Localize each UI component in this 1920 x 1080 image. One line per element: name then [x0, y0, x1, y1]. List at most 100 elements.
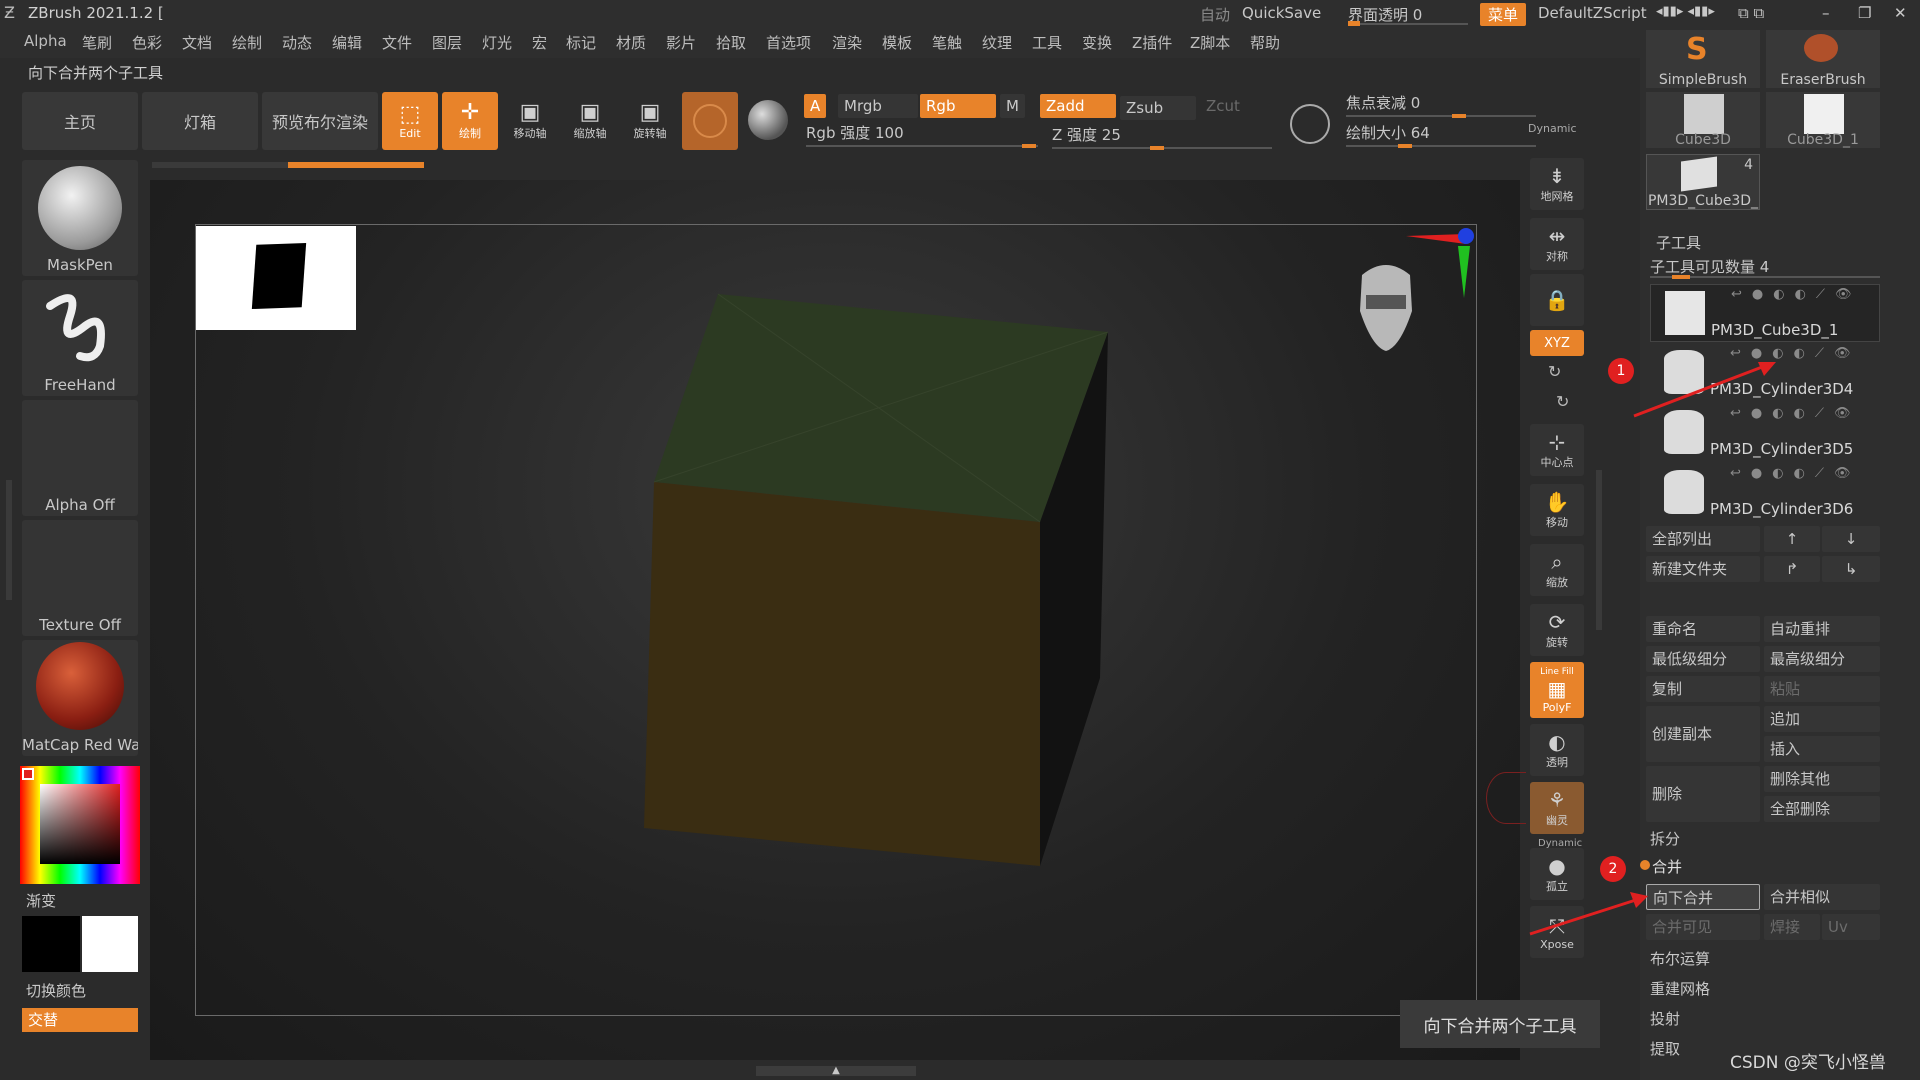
menu-render[interactable]: 渲染 — [832, 32, 862, 53]
zadd-toggle[interactable]: Zadd — [1040, 94, 1116, 118]
menu-macro[interactable]: 宏 — [532, 32, 547, 53]
quicksave-button[interactable]: QuickSave — [1242, 4, 1321, 22]
list-all-button[interactable]: 全部列出 — [1646, 526, 1760, 552]
weld-button[interactable]: 焊接 — [1764, 914, 1820, 940]
symmetry-button[interactable]: ⇹ 对称 — [1530, 218, 1584, 270]
m-toggle[interactable]: M — [1000, 94, 1025, 118]
scale-axis-button[interactable]: ▣ 缩放轴 — [562, 92, 618, 150]
merge-visible-button[interactable]: 合并可见 — [1646, 914, 1760, 940]
restore-icon[interactable]: ❐ — [1858, 4, 1871, 22]
color-picker[interactable] — [20, 766, 140, 884]
color-saturation-square[interactable] — [40, 784, 120, 864]
folder-down-icon[interactable]: ↳ — [1822, 556, 1880, 582]
menu-draw[interactable]: 绘制 — [232, 32, 262, 53]
subtool-toggle-icons[interactable]: ↩●◐◐⟋👁 — [1730, 466, 1861, 481]
move-axis-button[interactable]: ▣ 移动轴 — [502, 92, 558, 150]
edit-button[interactable]: ⬚ Edit — [382, 92, 438, 150]
remesh-section[interactable]: 重建网格 — [1650, 978, 1710, 999]
delete-button[interactable]: 删除 — [1646, 766, 1760, 822]
menu-movie-dynamic[interactable]: 动态 — [282, 32, 312, 53]
menu-brush[interactable]: 笔刷 — [82, 32, 112, 53]
floor-grid-button[interactable]: ⇟ 地网格 — [1530, 158, 1584, 210]
rotate-z-icon[interactable]: ↻ — [1556, 392, 1569, 411]
left-scrollbar[interactable] — [6, 480, 12, 600]
menu-file[interactable]: 文件 — [382, 32, 412, 53]
append-button[interactable]: 追加 — [1764, 706, 1880, 732]
mrgb-toggle[interactable]: Mrgb — [838, 94, 918, 118]
material-selector[interactable]: MatCap Red Wax — [22, 640, 138, 756]
menu-preferences[interactable]: 首选项 — [766, 32, 811, 53]
menu-light[interactable]: 灯光 — [482, 32, 512, 53]
ui-transparency-knob[interactable] — [1348, 21, 1360, 26]
tool-simplebrush[interactable]: S SimpleBrush — [1646, 30, 1760, 88]
navigator-thumbnail[interactable] — [196, 226, 356, 330]
window-layout-icon[interactable]: ⧉ ⧉ — [1738, 4, 1764, 22]
zcut-toggle[interactable]: Zcut — [1200, 94, 1246, 118]
sphere-material-button[interactable] — [682, 92, 738, 150]
menu-marker[interactable]: 标记 — [566, 32, 596, 53]
spotlight-brush-icon[interactable] — [1290, 104, 1330, 144]
menu-alpha[interactable]: Alpha — [24, 32, 67, 50]
transparency-button[interactable]: ◐ 透明 — [1530, 724, 1584, 776]
delete-all-button[interactable]: 全部删除 — [1764, 796, 1880, 822]
zsub-toggle[interactable]: Zsub — [1120, 96, 1196, 120]
rgb-intensity-knob[interactable] — [1022, 144, 1036, 148]
tool-cube3d-1[interactable]: Cube3D_1 — [1766, 92, 1880, 148]
copy-button[interactable]: 复制 — [1646, 676, 1760, 702]
alternate-button[interactable]: 交替 — [22, 1008, 138, 1032]
home-button[interactable]: 主页 — [22, 92, 138, 150]
merge-section[interactable]: 合并 — [1652, 856, 1682, 877]
minimize-icon[interactable]: – — [1822, 4, 1830, 22]
orientation-head-icon[interactable] — [1350, 255, 1422, 355]
dynamic-toggle[interactable]: Dynamic — [1528, 122, 1577, 135]
subtool-visible-knob[interactable] — [1672, 275, 1690, 279]
close-icon[interactable]: ✕ — [1894, 4, 1907, 22]
duplicate-button[interactable]: 创建副本 — [1646, 706, 1760, 762]
highest-subdiv-button[interactable]: 最高级细分 — [1764, 646, 1880, 672]
tool-eraserbrush[interactable]: EraserBrush — [1766, 30, 1880, 88]
rename-button[interactable]: 重命名 — [1646, 616, 1760, 642]
texture-selector[interactable]: Texture Off — [22, 520, 138, 636]
z-intensity-slider[interactable]: Z 强度 25 — [1052, 124, 1121, 145]
merge-similar-button[interactable]: 合并相似 — [1764, 884, 1880, 910]
focal-shift-slider[interactable]: 焦点衰减 0 — [1346, 92, 1420, 113]
polyframe-button[interactable]: Line Fill ▦ PolyF — [1530, 662, 1584, 718]
ghost-button[interactable]: ⚘ 幽灵 — [1530, 782, 1584, 834]
menu-movie[interactable]: 影片 — [666, 32, 696, 53]
extract-section[interactable]: 提取 — [1650, 1038, 1680, 1059]
gradient-label[interactable]: 渐变 — [26, 890, 56, 911]
move-down-icon[interactable]: ↓ — [1822, 526, 1880, 552]
lightbox-button[interactable]: 灯箱 — [142, 92, 258, 150]
spotlight-icon[interactable] — [748, 100, 788, 140]
rgb-toggle[interactable]: Rgb — [920, 94, 996, 118]
secondary-color-swatch[interactable] — [82, 916, 138, 972]
subtool-item-cube3d-1[interactable]: ↩●◐◐⟋👁 PM3D_Cube3D_1 — [1650, 284, 1880, 342]
merge-down-button[interactable]: 向下合并 — [1646, 884, 1760, 910]
lowest-subdiv-button[interactable]: 最低级细分 — [1646, 646, 1760, 672]
bpr-button[interactable]: 预览布尔渲染 — [262, 92, 378, 150]
z-intensity-knob[interactable] — [1150, 146, 1164, 150]
menu-edit[interactable]: 编辑 — [332, 32, 362, 53]
menu-transform[interactable]: 变换 — [1082, 32, 1112, 53]
switch-color-button[interactable]: 切换颜色 — [26, 980, 86, 1001]
menu-layer[interactable]: 图层 — [432, 32, 462, 53]
draw-button[interactable]: ✛ 绘制 — [442, 92, 498, 150]
draw-size-slider[interactable]: 绘制大小 64 — [1346, 122, 1430, 143]
rotate-axis-button[interactable]: ▣ 旋转轴 — [622, 92, 678, 150]
menu-document[interactable]: 文档 — [182, 32, 212, 53]
menu-stroke[interactable]: 笔触 — [932, 32, 962, 53]
subtool-header[interactable]: 子工具 — [1656, 232, 1701, 253]
brush-selector[interactable]: MaskPen — [22, 160, 138, 276]
current-tool[interactable]: 4 PM3D_Cube3D_ — [1646, 154, 1760, 210]
rotate-y-icon[interactable]: ↻ — [1548, 362, 1561, 381]
default-zscript-button[interactable]: DefaultZScript — [1538, 4, 1647, 22]
alpha-selector[interactable]: Alpha Off — [22, 400, 138, 516]
tool-cube3d[interactable]: Cube3D — [1646, 92, 1760, 148]
new-folder-button[interactable]: 新建文件夹 — [1646, 556, 1760, 582]
right-scrollbar[interactable] — [1596, 470, 1602, 630]
subtool-visible-count[interactable]: 子工具可见数量 4 — [1650, 256, 1769, 277]
move-up-icon[interactable]: ↑ — [1764, 526, 1820, 552]
cube-mesh[interactable] — [640, 290, 1110, 870]
stroke-selector[interactable]: FreeHand — [22, 280, 138, 396]
menu-zscript[interactable]: Z脚本 — [1190, 32, 1230, 53]
